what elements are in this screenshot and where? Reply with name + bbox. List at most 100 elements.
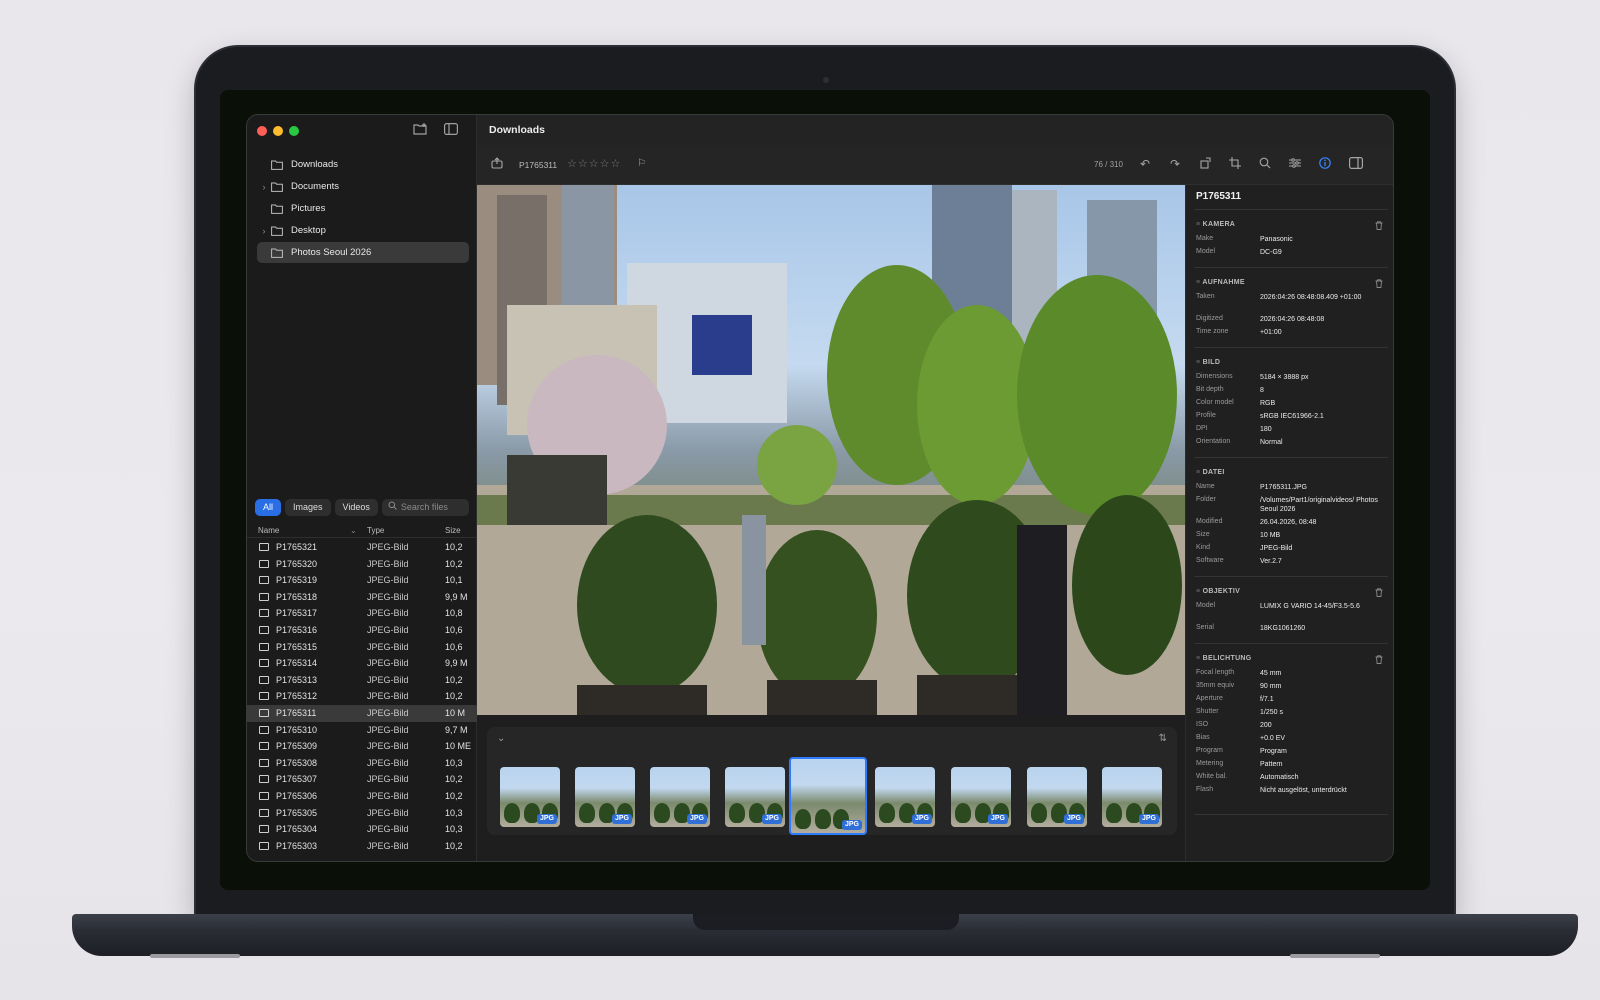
thumbnail-tree <box>1106 803 1122 823</box>
metadata-value: RGB <box>1260 400 1276 407</box>
rotate-icon[interactable] <box>1200 157 1212 172</box>
file-row[interactable]: P1765312 JPEG-Bild 10,2 <box>247 688 477 705</box>
adjustments-icon[interactable] <box>1289 157 1301 172</box>
section-title: DATEI <box>1202 469 1225 476</box>
flag-icon[interactable]: ⚐ <box>637 158 646 169</box>
close-window-button[interactable] <box>257 126 267 136</box>
sidebar-item-documents[interactable]: › Documents <box>257 176 469 197</box>
star-icon[interactable]: ☆ <box>578 158 589 170</box>
file-row[interactable]: P1765315 JPEG-Bild 10,6 <box>247 639 477 656</box>
file-name: P1765303 <box>276 840 318 851</box>
trash-icon[interactable] <box>1375 221 1383 232</box>
file-row[interactable]: P1765317 JPEG-Bild 10,8 <box>247 605 477 622</box>
section-header-datei[interactable]: ≡ DATEI <box>1196 469 1225 476</box>
filmstrip-thumbnail[interactable]: JPG <box>650 767 710 827</box>
current-filename: P1765311 <box>519 160 558 170</box>
file-row[interactable]: P1765316 JPEG-Bild 10,6 <box>247 622 477 639</box>
sidebar-item-pictures[interactable]: Pictures <box>257 198 469 219</box>
trash-icon[interactable] <box>1375 655 1383 666</box>
zoom-window-button[interactable] <box>289 126 299 136</box>
filter-images[interactable]: Images <box>285 499 331 516</box>
thumbnail-tree <box>955 803 971 823</box>
star-icon[interactable]: ☆ <box>567 158 578 170</box>
file-row[interactable]: P1765319 JPEG-Bild 10,1 <box>247 572 477 589</box>
section-header-bild[interactable]: ≡ BILD <box>1196 359 1220 366</box>
inspector-panel-toggle-icon[interactable] <box>1349 157 1364 172</box>
sidebar-item-downloads[interactable]: Downloads <box>257 154 469 175</box>
filmstrip-thumbnail[interactable]: JPG <box>789 757 867 835</box>
section-header-kamera[interactable]: ≡ KAMERA <box>1196 221 1235 228</box>
section-collapse-icon[interactable]: ≡ <box>1196 221 1203 228</box>
star-icon[interactable]: ☆ <box>589 158 600 170</box>
filter-all[interactable]: All <box>255 499 282 516</box>
file-row[interactable]: P1765313 JPEG-Bild 10,2 <box>247 672 477 689</box>
file-row[interactable]: P1765311 JPEG-Bild 10 M <box>247 704 477 722</box>
filmstrip-thumbnail[interactable]: JPG <box>875 767 935 827</box>
file-row[interactable]: P1765320 JPEG-Bild 10,2 <box>247 556 477 573</box>
metadata-value: 45 mm <box>1260 670 1282 677</box>
sidebar-toggle-icon[interactable] <box>444 123 459 138</box>
file-type: JPEG-Bild <box>367 757 409 768</box>
sort-chevron-icon[interactable]: ⌄ <box>350 526 357 535</box>
section-collapse-icon[interactable]: ≡ <box>1196 588 1203 595</box>
metadata-key: Profile <box>1196 412 1216 419</box>
star-icon[interactable]: ☆ <box>611 158 622 170</box>
filmstrip-thumbnail[interactable]: JPG <box>1027 767 1087 827</box>
file-row[interactable]: P1765318 JPEG-Bild 9,9 M <box>247 589 477 606</box>
filmstrip-thumbnail[interactable]: JPG <box>951 767 1011 827</box>
section-header-aufnahme[interactable]: ≡ AUFNAHME <box>1196 279 1245 286</box>
file-row[interactable]: P1765309 JPEG-Bild 10 ME <box>247 738 477 755</box>
metadata-key: Bias <box>1196 734 1210 741</box>
section-collapse-icon[interactable]: ≡ <box>1196 655 1203 662</box>
info-icon[interactable] <box>1319 157 1331 172</box>
file-type: JPEG-Bild <box>367 724 409 735</box>
filmstrip-thumbnail[interactable]: JPG <box>1102 767 1162 827</box>
file-name: P1765308 <box>276 757 318 768</box>
collapse-chevron-icon[interactable]: ⌄ <box>497 733 505 744</box>
column-header-type[interactable]: Type <box>367 526 384 535</box>
new-folder-icon[interactable] <box>413 123 428 138</box>
image-file-icon <box>259 576 269 585</box>
section-header-objektiv[interactable]: ≡ OBJEKTIV <box>1196 588 1240 595</box>
metadata-key: Model <box>1196 602 1216 609</box>
filter-videos[interactable]: Videos <box>334 499 378 516</box>
trash-icon[interactable] <box>1375 279 1383 290</box>
column-header-name[interactable]: Name <box>258 526 279 535</box>
file-size: 10,3 <box>445 757 463 768</box>
file-row[interactable]: P1765307 JPEG-Bild 10,2 <box>247 771 477 788</box>
file-row[interactable]: P1765310 JPEG-Bild 9,7 M <box>247 722 477 739</box>
star-icon[interactable]: ☆ <box>600 158 611 170</box>
filmstrip-thumbnail[interactable]: JPG <box>575 767 635 827</box>
file-row[interactable]: P1765321 JPEG-Bild 10,2 <box>247 539 477 556</box>
file-row[interactable]: P1765308 JPEG-Bild 10,3 <box>247 755 477 772</box>
zoom-icon[interactable] <box>1259 157 1271 172</box>
undo-icon[interactable]: ↶ <box>1140 157 1150 171</box>
file-row[interactable]: P1765305 JPEG-Bild 10,3 <box>247 805 477 822</box>
metadata-value: LUMIX G VARIO 14-45/F3.5-5.6 <box>1260 603 1360 610</box>
column-header-size[interactable]: Size <box>445 526 461 535</box>
section-collapse-icon[interactable]: ≡ <box>1196 469 1203 476</box>
redo-icon[interactable]: ↷ <box>1170 157 1180 171</box>
file-row[interactable]: P1765314 JPEG-Bild 9,9 M <box>247 655 477 672</box>
photo-preview[interactable] <box>477 185 1185 715</box>
sidebar-item-desktop[interactable]: › Desktop <box>257 220 469 241</box>
file-row[interactable]: P1765304 JPEG-Bild 10,3 <box>247 821 477 838</box>
section-collapse-icon[interactable]: ≡ <box>1196 359 1203 366</box>
search-files-input[interactable]: Search files <box>381 499 469 516</box>
minimize-window-button[interactable] <box>273 126 283 136</box>
file-row[interactable]: P1765303 JPEG-Bild 10,2 <box>247 838 477 855</box>
app-window: Downloads › Documents Pictures › Desktop Photo… <box>246 114 1394 862</box>
filmstrip-thumbnail[interactable]: JPG <box>725 767 785 827</box>
sidebar-item-photos-seoul-2026[interactable]: Photos Seoul 2026 <box>257 242 469 263</box>
disclosure-chevron-icon[interactable]: › <box>257 226 271 236</box>
trash-icon[interactable] <box>1375 588 1383 599</box>
metadata-key: Serial <box>1196 624 1214 631</box>
export-icon[interactable] <box>491 157 503 172</box>
sort-order-icon[interactable]: ⇅ <box>1159 733 1167 744</box>
rating-stars[interactable]: ☆☆☆☆☆ <box>567 157 621 170</box>
crop-icon[interactable] <box>1229 157 1241 172</box>
filmstrip-thumbnail[interactable]: JPG <box>500 767 560 827</box>
section-header-belichtung[interactable]: ≡ BELICHTUNG <box>1196 655 1252 662</box>
file-row[interactable]: P1765306 JPEG-Bild 10,2 <box>247 788 477 805</box>
disclosure-chevron-icon[interactable]: › <box>257 182 271 192</box>
